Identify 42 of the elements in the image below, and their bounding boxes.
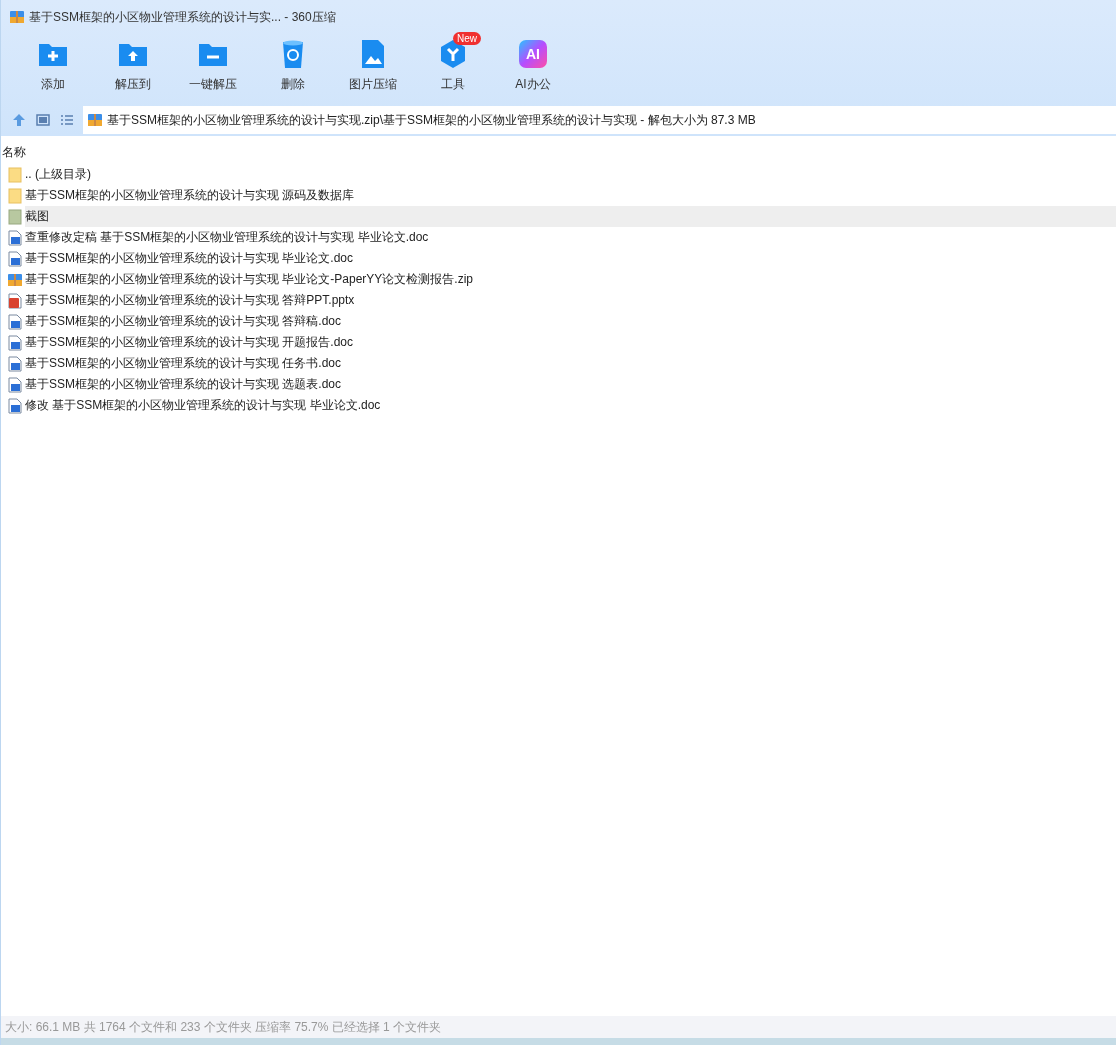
toolbar-button[interactable]: 删除	[253, 34, 333, 104]
word-document-icon	[7, 397, 23, 414]
file-name[interactable]: 基于SSM框架的小区物业管理系统的设计与实现 开题报告.doc	[25, 332, 1116, 353]
word-document-icon	[7, 334, 23, 351]
folder-icon	[7, 208, 23, 225]
file-name[interactable]: 基于SSM框架的小区物业管理系统的设计与实现 任务书.doc	[25, 353, 1116, 374]
file-name[interactable]: 基于SSM框架的小区物业管理系统的设计与实现 毕业论文-PaperYY论文检测报告.zip	[25, 269, 1116, 290]
thumbnail-view-icon[interactable]	[35, 112, 51, 128]
toolbar-button[interactable]: New 工具	[413, 34, 493, 104]
word-document-icon	[7, 229, 23, 246]
toolbar-button[interactable]: 一键解压	[173, 34, 253, 104]
word-document-icon	[7, 376, 23, 393]
archive-icon	[87, 112, 103, 128]
toolbar-button[interactable]: AI AI办公	[493, 34, 573, 104]
address-field[interactable]: 基于SSM框架的小区物业管理系统的设计与实现.zip\基于SSM框架的小区物业管理系统的设计与实现 - 解包大小为 87.3 MB	[83, 106, 1116, 134]
toolbar-button[interactable]: 添加	[13, 34, 93, 104]
ai-icon: AI	[519, 40, 547, 68]
folder-icon	[7, 187, 23, 204]
toolbar-button[interactable]: 图片压缩	[333, 34, 413, 104]
column-header[interactable]: 名称	[1, 144, 1116, 160]
file-name[interactable]: 截图	[25, 206, 1116, 227]
archive-icon	[9, 9, 25, 25]
window-title: 基于SSM框架的小区物业管理系统的设计与实... - 360压缩	[29, 8, 336, 26]
new-badge: New	[453, 32, 481, 45]
presentation-file-icon	[7, 292, 23, 309]
folder-icon	[7, 166, 23, 183]
file-name[interactable]: 基于SSM框架的小区物业管理系统的设计与实现 答辩稿.doc	[25, 311, 1116, 332]
status-bar: 大小: 66.1 MB 共 1764 个文件和 233 个文件夹 压缩率 75.7% 已经选择 1 个文件夹	[1, 1016, 1116, 1038]
archive-icon	[7, 271, 23, 288]
file-name[interactable]: 基于SSM框架的小区物业管理系统的设计与实现 毕业论文.doc	[25, 248, 1116, 269]
file-name[interactable]: 查重修改定稿 基于SSM框架的小区物业管理系统的设计与实现 毕业论文.doc	[25, 227, 1116, 248]
word-document-icon	[7, 355, 23, 372]
file-name[interactable]: 基于SSM框架的小区物业管理系统的设计与实现 选题表.doc	[25, 374, 1116, 395]
word-document-icon	[7, 313, 23, 330]
file-name[interactable]: 基于SSM框架的小区物业管理系统的设计与实现 答辩PPT.pptx	[25, 290, 1116, 311]
file-name[interactable]: 基于SSM框架的小区物业管理系统的设计与实现 源码及数据库	[25, 185, 1116, 206]
word-document-icon	[7, 250, 23, 267]
up-arrow-icon[interactable]	[11, 112, 27, 128]
list-view-icon[interactable]	[59, 112, 75, 128]
file-name[interactable]: .. (上级目录)	[25, 164, 1116, 185]
file-name[interactable]: 修改 基于SSM框架的小区物业管理系统的设计与实现 毕业论文.doc	[25, 395, 1116, 416]
toolbar-button[interactable]: 解压到	[93, 34, 173, 104]
